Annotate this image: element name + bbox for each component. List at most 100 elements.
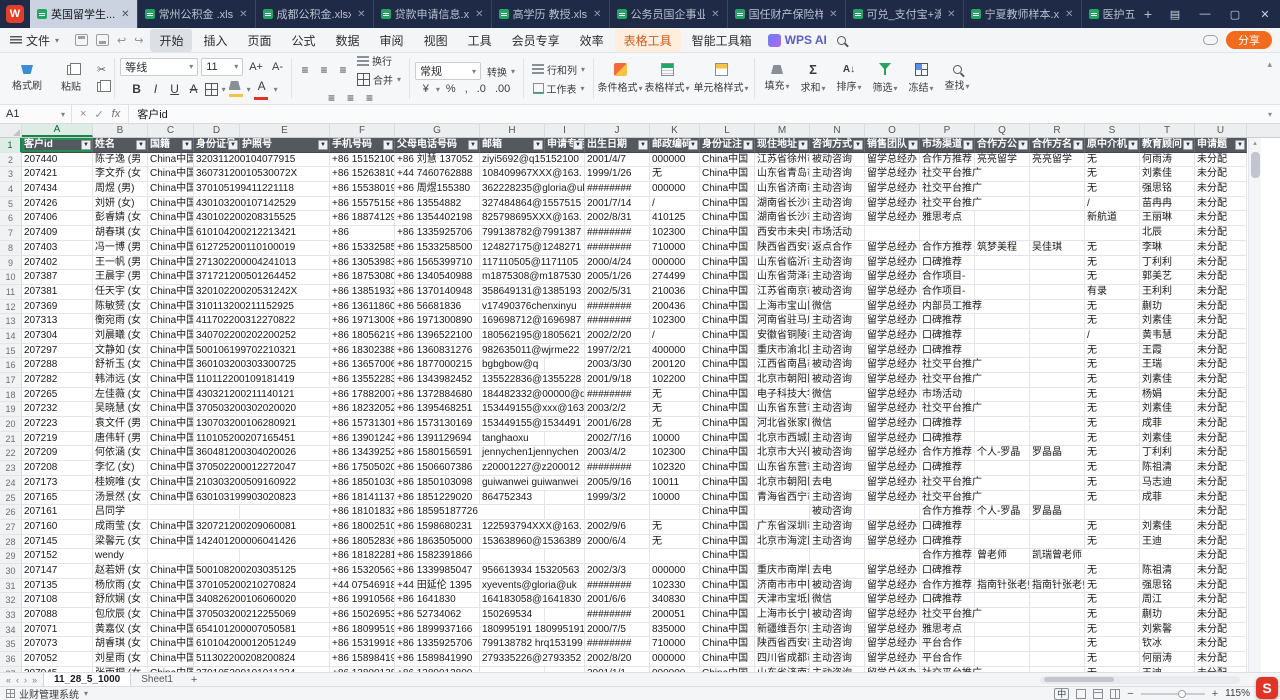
- cell[interactable]: 留学总经办: [865, 388, 920, 403]
- cell[interactable]: +86 1370140948: [395, 285, 480, 300]
- cell[interactable]: +86 15575158: [330, 197, 395, 212]
- cell[interactable]: 唐伟轩 (男: [93, 432, 148, 447]
- cell[interactable]: 丁利利: [1140, 446, 1195, 461]
- cell[interactable]: [975, 226, 1030, 241]
- page-layout-view-icon[interactable]: [1093, 689, 1103, 699]
- cell[interactable]: 无: [1085, 241, 1140, 256]
- cell[interactable]: 山东省东营市: [755, 461, 810, 476]
- cell[interactable]: 130703200106280921: [194, 417, 330, 432]
- cell[interactable]: 留学总经办: [865, 241, 920, 256]
- freeze-panes-button[interactable]: 冻结▾: [904, 56, 938, 102]
- filter-dropdown-icon[interactable]: ▼: [383, 140, 393, 150]
- column-header-P[interactable]: P: [920, 124, 975, 137]
- close-icon[interactable]: ✕: [121, 9, 129, 20]
- cell[interactable]: China中国: [148, 520, 194, 535]
- cell[interactable]: 亮亮留学: [1030, 153, 1085, 168]
- cell[interactable]: 未分配: [1195, 285, 1247, 300]
- cell[interactable]: 留学总经办: [865, 446, 920, 461]
- cell[interactable]: 汤景然 (女: [93, 491, 148, 506]
- cell[interactable]: +86 1850103098: [395, 476, 480, 491]
- cell[interactable]: 无: [650, 388, 700, 403]
- align-top-icon[interactable]: ≡: [297, 63, 313, 77]
- cell[interactable]: 广东省深圳市: [755, 520, 810, 535]
- cell[interactable]: 主动咨询: [810, 402, 865, 417]
- cell[interactable]: +86: [330, 226, 395, 241]
- cell[interactable]: 207232: [22, 402, 93, 417]
- minimize-button[interactable]: —: [1190, 0, 1220, 28]
- cell[interactable]: 无: [650, 417, 700, 432]
- cell[interactable]: 重庆市南岸区: [755, 564, 810, 579]
- cell[interactable]: [545, 432, 585, 447]
- cell[interactable]: 180562195@1805621: [480, 329, 585, 344]
- cell[interactable]: China中国: [700, 505, 755, 520]
- cell[interactable]: 207161: [22, 505, 93, 520]
- cell[interactable]: +86 1573130169: [395, 417, 480, 432]
- cell[interactable]: China中国: [700, 329, 755, 344]
- cell[interactable]: [585, 505, 650, 520]
- filter-dropdown-icon[interactable]: ▼: [1073, 140, 1083, 150]
- cell[interactable]: 微信: [810, 388, 865, 403]
- cell[interactable]: +86 1372884680: [395, 388, 480, 403]
- row-header[interactable]: 6: [0, 211, 22, 226]
- column-header-L[interactable]: L: [700, 124, 755, 137]
- cell[interactable]: 雅思考点: [920, 211, 975, 226]
- cell[interactable]: 无: [1085, 344, 1140, 359]
- filter-dropdown-icon[interactable]: ▼: [908, 140, 918, 150]
- cell[interactable]: [810, 549, 865, 564]
- cell[interactable]: [975, 432, 1030, 447]
- row-header[interactable]: 1: [0, 138, 22, 153]
- cell[interactable]: 2005/1/26: [585, 270, 650, 285]
- cell[interactable]: [1030, 388, 1085, 403]
- cell[interactable]: 无: [1085, 535, 1140, 550]
- cell[interactable]: ########: [585, 300, 650, 315]
- column-header-E[interactable]: E: [240, 124, 330, 137]
- header-cell[interactable]: 申请题▼: [1195, 138, 1247, 153]
- wps-ai-button[interactable]: WPS AI: [768, 33, 827, 47]
- cell[interactable]: 口碑推荐: [920, 329, 975, 344]
- cell[interactable]: 未分配: [1195, 226, 1247, 241]
- cell[interactable]: China中国: [148, 270, 194, 285]
- cell[interactable]: China中国: [148, 535, 194, 550]
- cell[interactable]: 360481200304020026: [194, 446, 330, 461]
- cell[interactable]: China中国: [700, 300, 755, 315]
- cell[interactable]: 吴晓慧 (女: [93, 402, 148, 417]
- cell[interactable]: China中国: [148, 300, 194, 315]
- cell[interactable]: China中国: [700, 344, 755, 359]
- row-header[interactable]: 3: [0, 167, 22, 182]
- worksheet-button[interactable]: 工作表▾: [530, 80, 588, 97]
- cell[interactable]: +86 1391129694: [395, 432, 480, 447]
- filter-dropdown-icon[interactable]: ▼: [743, 140, 753, 150]
- cell[interactable]: [1030, 182, 1085, 197]
- cell[interactable]: 无: [650, 167, 700, 182]
- cell[interactable]: 000000: [650, 564, 700, 579]
- cell[interactable]: 冯一博 (男: [93, 241, 148, 256]
- cell[interactable]: 511302200208200824: [194, 652, 330, 667]
- cell[interactable]: 未分配: [1195, 432, 1247, 447]
- menu-tab-插入[interactable]: 插入: [194, 29, 236, 52]
- find-button[interactable]: 查找▾: [940, 56, 974, 102]
- column-header-F[interactable]: F: [330, 124, 395, 137]
- cell[interactable]: 吕同学: [93, 505, 148, 520]
- cell[interactable]: 刘晨曦 (女: [93, 329, 148, 344]
- cell[interactable]: China中国: [700, 211, 755, 226]
- cell[interactable]: 山东省临沂市: [755, 256, 810, 271]
- cell[interactable]: 留学总经办: [865, 211, 920, 226]
- cell[interactable]: 未分配: [1195, 388, 1247, 403]
- cell[interactable]: 无: [1085, 637, 1140, 652]
- cell[interactable]: [545, 608, 585, 623]
- cell[interactable]: China中国: [700, 432, 755, 447]
- cell[interactable]: 左佳薇 (女: [93, 388, 148, 403]
- cell[interactable]: 无: [650, 402, 700, 417]
- cell[interactable]: +86 17505020: [330, 461, 395, 476]
- cell[interactable]: 重庆市渝北区: [755, 344, 810, 359]
- cell[interactable]: [865, 505, 920, 520]
- cell[interactable]: 370503200302020020: [194, 402, 330, 417]
- cell[interactable]: [975, 256, 1030, 271]
- cell[interactable]: 新航道: [1085, 211, 1140, 226]
- cell[interactable]: 612725200110100019: [194, 241, 330, 256]
- cell[interactable]: 169698712@1696987: [480, 314, 585, 329]
- cell[interactable]: 梁馨元 (女: [93, 535, 148, 550]
- cell[interactable]: China中国: [148, 314, 194, 329]
- increase-font-button[interactable]: A+: [246, 61, 266, 73]
- cell[interactable]: 留学总经办: [865, 593, 920, 608]
